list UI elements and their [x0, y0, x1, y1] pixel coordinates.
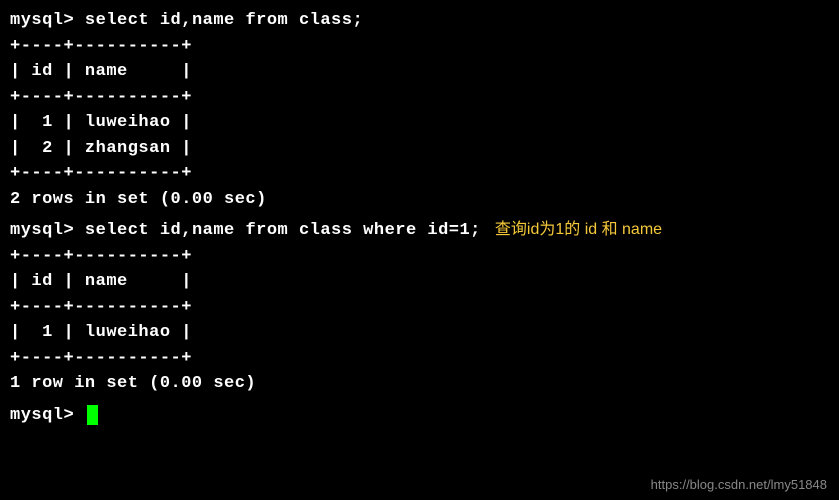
sql-command-2: select id,name from class where id=1; [85, 221, 481, 240]
mysql-prompt-3: mysql> [10, 406, 74, 425]
table1-header: | id | name | [10, 59, 829, 85]
table1-row-2: | 2 | zhangsan | [10, 136, 829, 162]
annotation-text: 查询id为1的 id 和 name [495, 221, 662, 238]
query1-command-line: mysql> select id,name from class; [10, 8, 829, 34]
mysql-prompt: mysql> [10, 11, 74, 30]
table1-border-top: +----+----------+ [10, 34, 829, 60]
prompt-line-active[interactable]: mysql> [10, 403, 829, 429]
query1-status: 2 rows in set (0.00 sec) [10, 187, 829, 213]
table2-header: | id | name | [10, 269, 829, 295]
query2-command-line: mysql> select id,name from class where i… [10, 218, 829, 244]
table1-border-mid: +----+----------+ [10, 85, 829, 111]
table2-border-top: +----+----------+ [10, 244, 829, 270]
mysql-prompt-2: mysql> [10, 221, 74, 240]
watermark: https://blog.csdn.net/lmy51848 [651, 475, 827, 495]
table1-border-bottom: +----+----------+ [10, 161, 829, 187]
table2-row-1: | 1 | luweihao | [10, 320, 829, 346]
sql-command-1: select id,name from class; [85, 11, 363, 30]
table2-border-mid: +----+----------+ [10, 295, 829, 321]
query2-status: 1 row in set (0.00 sec) [10, 371, 829, 397]
table2-border-bottom: +----+----------+ [10, 346, 829, 372]
terminal-cursor [87, 405, 98, 425]
table1-row-1: | 1 | luweihao | [10, 110, 829, 136]
